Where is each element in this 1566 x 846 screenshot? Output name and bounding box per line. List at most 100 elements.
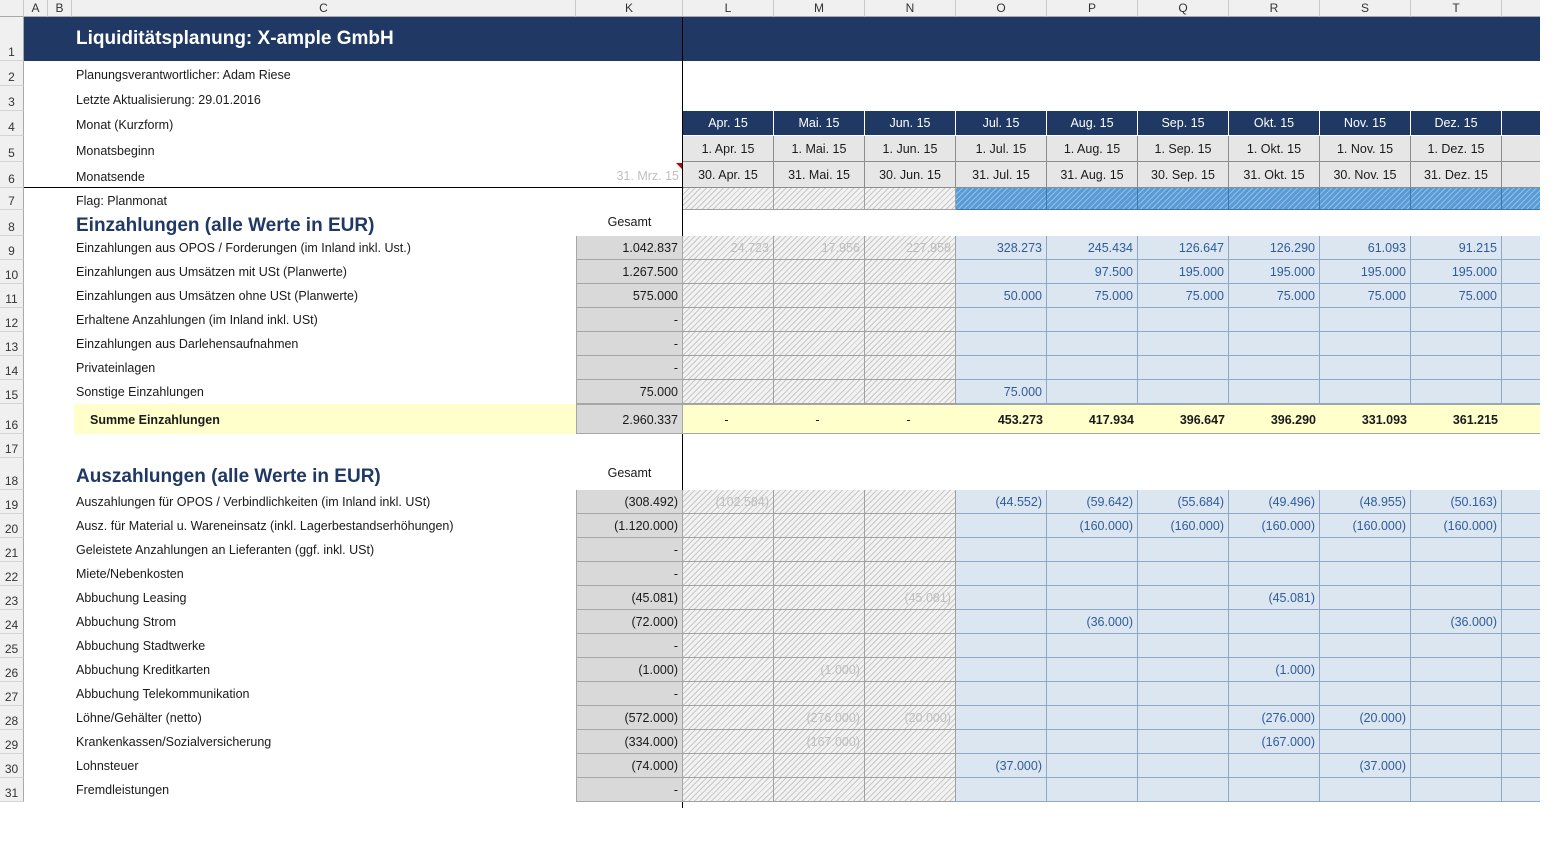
row-header-23[interactable]: 23 bbox=[0, 586, 24, 610]
einzahlungen-row-value-p[interactable] bbox=[1047, 308, 1138, 332]
auszahlungen-row-value-m[interactable] bbox=[774, 538, 865, 562]
auszahlungen-row-value-u[interactable] bbox=[1502, 778, 1540, 802]
column-header-t[interactable]: T bbox=[1411, 0, 1502, 17]
month-end-n[interactable]: 30. Jun. 15 bbox=[865, 162, 956, 188]
auszahlungen-row-value-r[interactable] bbox=[1229, 634, 1320, 658]
auszahlungen-row-value-o[interactable] bbox=[956, 562, 1047, 586]
einzahlungen-row-value-s[interactable]: 195.000 bbox=[1320, 260, 1411, 284]
flag-cell-u[interactable] bbox=[1502, 188, 1540, 210]
auszahlungen-row-value-o[interactable] bbox=[956, 514, 1047, 538]
auszahlungen-row-total[interactable]: - bbox=[576, 634, 683, 658]
auszahlungen-row-value-n[interactable] bbox=[865, 514, 956, 538]
auszahlungen-row-value-m[interactable]: (1.000) bbox=[774, 658, 865, 682]
auszahlungen-row-value-m[interactable] bbox=[774, 778, 865, 802]
auszahlungen-row-value-t[interactable]: (160.000) bbox=[1411, 514, 1502, 538]
auszahlungen-row-label[interactable]: Lohnsteuer bbox=[74, 754, 574, 778]
auszahlungen-row-value-p[interactable] bbox=[1047, 706, 1138, 730]
auszahlungen-row-value-s[interactable]: (20.000) bbox=[1320, 706, 1411, 730]
auszahlungen-row-value-o[interactable]: (44.552) bbox=[956, 490, 1047, 514]
einzahlungen-row-value-n[interactable] bbox=[865, 260, 956, 284]
month-end-o[interactable]: 31. Jul. 15 bbox=[956, 162, 1047, 188]
einzahlungen-row-value-u[interactable] bbox=[1502, 260, 1540, 284]
auszahlungen-row-value-m[interactable] bbox=[774, 586, 865, 610]
month-end-u[interactable] bbox=[1502, 162, 1540, 188]
einzahlungen-row-value-t[interactable] bbox=[1411, 332, 1502, 356]
auszahlungen-row-value-s[interactable] bbox=[1320, 778, 1411, 802]
month-short-n[interactable]: Jun. 15 bbox=[865, 111, 956, 136]
auszahlungen-row-value-m[interactable]: (167.000) bbox=[774, 730, 865, 754]
einzahlungen-row-total[interactable]: - bbox=[576, 356, 683, 380]
einzahlungen-row-label[interactable]: Einzahlungen aus Darlehensaufnahmen bbox=[74, 332, 574, 356]
einzahlungen-row-value-r[interactable] bbox=[1229, 380, 1320, 404]
row-header-8[interactable]: 8 bbox=[0, 210, 24, 236]
flag-cell-m[interactable] bbox=[774, 188, 865, 210]
row-header-15[interactable]: 15 bbox=[0, 380, 24, 404]
flag-cell-r[interactable] bbox=[1229, 188, 1320, 210]
row-header-13[interactable]: 13 bbox=[0, 332, 24, 356]
row-header-2[interactable]: 2 bbox=[0, 61, 24, 86]
einzahlungen-row-value-r[interactable] bbox=[1229, 308, 1320, 332]
einzahlungen-row-value-o[interactable] bbox=[956, 332, 1047, 356]
auszahlungen-row-value-s[interactable] bbox=[1320, 634, 1411, 658]
month-short-p[interactable]: Aug. 15 bbox=[1047, 111, 1138, 136]
sum-einzahlungen-value-o[interactable]: 453.273 bbox=[956, 404, 1047, 434]
auszahlungen-row-value-m[interactable] bbox=[774, 634, 865, 658]
column-header-a[interactable]: A bbox=[24, 0, 48, 17]
month-end-t[interactable]: 31. Dez. 15 bbox=[1411, 162, 1502, 188]
einzahlungen-row-value-l[interactable] bbox=[683, 308, 774, 332]
flag-cell-q[interactable] bbox=[1138, 188, 1229, 210]
auszahlungen-row-value-l[interactable] bbox=[683, 562, 774, 586]
auszahlungen-heading[interactable]: Auszahlungen (alle Werte in EUR) bbox=[74, 458, 574, 490]
auszahlungen-row-value-u[interactable] bbox=[1502, 562, 1540, 586]
auszahlungen-row-label[interactable]: Abbuchung Strom bbox=[74, 610, 574, 634]
einzahlungen-row-label[interactable]: Einzahlungen aus Umsätzen ohne USt (Plan… bbox=[74, 284, 574, 308]
einzahlungen-row-value-o[interactable]: 50.000 bbox=[956, 284, 1047, 308]
einzahlungen-row-value-s[interactable] bbox=[1320, 308, 1411, 332]
auszahlungen-row-value-l[interactable] bbox=[683, 730, 774, 754]
column-header-q[interactable]: Q bbox=[1138, 0, 1229, 17]
einzahlungen-row-value-s[interactable]: 75.000 bbox=[1320, 284, 1411, 308]
auszahlungen-row-value-n[interactable] bbox=[865, 754, 956, 778]
einzahlungen-row-value-l[interactable] bbox=[683, 260, 774, 284]
auszahlungen-row-value-s[interactable]: (37.000) bbox=[1320, 754, 1411, 778]
month-start-label[interactable]: Monatsbeginn bbox=[74, 136, 574, 162]
column-header-c[interactable]: C bbox=[72, 0, 576, 17]
month-end-label[interactable]: Monatsende bbox=[74, 162, 574, 188]
row-header-4[interactable]: 4 bbox=[0, 111, 24, 136]
auszahlungen-row-value-r[interactable]: (49.496) bbox=[1229, 490, 1320, 514]
auszahlungen-row-value-m[interactable] bbox=[774, 610, 865, 634]
auszahlungen-row-label[interactable]: Auszahlungen für OPOS / Verbindlichkeite… bbox=[74, 490, 574, 514]
einzahlungen-row-value-l[interactable]: 24.723 bbox=[683, 236, 774, 260]
auszahlungen-row-value-n[interactable] bbox=[865, 682, 956, 706]
month-start-r[interactable]: 1. Okt. 15 bbox=[1229, 136, 1320, 162]
auszahlungen-row-value-n[interactable] bbox=[865, 610, 956, 634]
column-header-s[interactable]: S bbox=[1320, 0, 1411, 17]
row-header-20[interactable]: 20 bbox=[0, 514, 24, 538]
auszahlungen-row-value-u[interactable] bbox=[1502, 538, 1540, 562]
einzahlungen-row-value-p[interactable]: 75.000 bbox=[1047, 284, 1138, 308]
column-header-r[interactable]: R bbox=[1229, 0, 1320, 17]
auszahlungen-row-value-q[interactable]: (55.684) bbox=[1138, 490, 1229, 514]
einzahlungen-row-value-l[interactable] bbox=[683, 380, 774, 404]
einzahlungen-row-value-o[interactable]: 75.000 bbox=[956, 380, 1047, 404]
auszahlungen-row-label[interactable]: Geleistete Anzahlungen an Lieferanten (g… bbox=[74, 538, 574, 562]
month-short-label[interactable]: Monat (Kurzform) bbox=[74, 111, 574, 136]
einzahlungen-row-value-t[interactable] bbox=[1411, 308, 1502, 332]
auszahlungen-row-value-r[interactable]: (45.081) bbox=[1229, 586, 1320, 610]
auszahlungen-row-value-l[interactable] bbox=[683, 754, 774, 778]
row-header-29[interactable]: 29 bbox=[0, 730, 24, 754]
row-header-24[interactable]: 24 bbox=[0, 610, 24, 634]
auszahlungen-row-value-p[interactable] bbox=[1047, 538, 1138, 562]
sum-einzahlungen-value-u[interactable] bbox=[1502, 404, 1540, 434]
row-header-1[interactable]: 1 bbox=[0, 17, 24, 61]
auszahlungen-row-value-l[interactable] bbox=[683, 538, 774, 562]
einzahlungen-row-value-n[interactable] bbox=[865, 308, 956, 332]
flag-cell-o[interactable] bbox=[956, 188, 1047, 210]
auszahlungen-row-value-p[interactable] bbox=[1047, 682, 1138, 706]
auszahlungen-row-total[interactable]: - bbox=[576, 538, 683, 562]
einzahlungen-row-value-o[interactable] bbox=[956, 260, 1047, 284]
auszahlungen-row-value-s[interactable] bbox=[1320, 610, 1411, 634]
auszahlungen-row-value-s[interactable] bbox=[1320, 586, 1411, 610]
auszahlungen-row-value-r[interactable]: (167.000) bbox=[1229, 730, 1320, 754]
auszahlungen-row-value-t[interactable]: (50.163) bbox=[1411, 490, 1502, 514]
